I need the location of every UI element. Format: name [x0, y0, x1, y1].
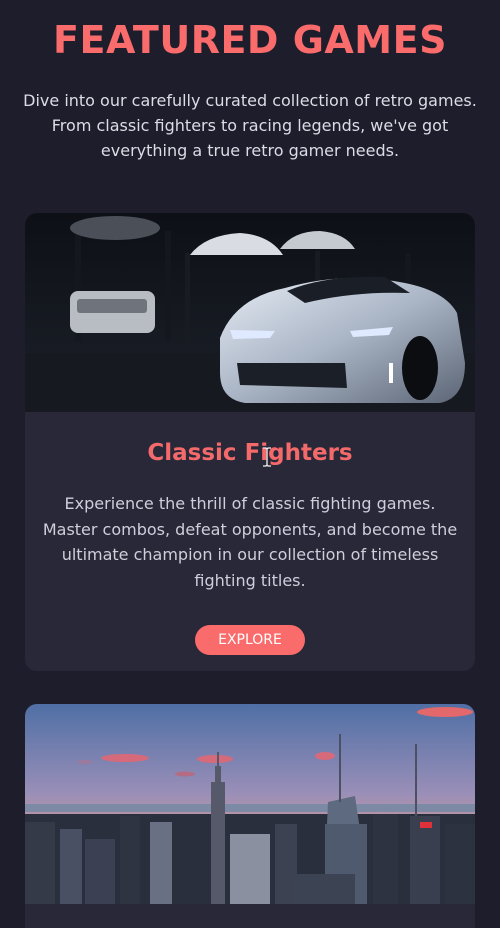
- text-cursor-icon: [263, 447, 271, 467]
- featured-games-page: FEATURED GAMES Dive into our carefully c…: [0, 0, 500, 928]
- game-card-city: [25, 704, 475, 928]
- explore-button[interactable]: EXPLORE: [195, 625, 305, 655]
- card-image-city-skyline: [25, 704, 475, 904]
- card-title: Classic Fighters: [147, 440, 353, 466]
- sports-car-garage-photo: [25, 213, 475, 412]
- card-image-sports-car: [25, 213, 475, 412]
- city-skyline-sunset-photo: [25, 704, 475, 904]
- card-description: Experience the thrill of classic fightin…: [42, 494, 458, 590]
- section-intro: Dive into our carefully curated collecti…: [23, 91, 477, 160]
- section-title: FEATURED GAMES: [53, 18, 447, 62]
- game-card-classic-fighters: Classic Fighters Experience the thrill o…: [25, 213, 475, 671]
